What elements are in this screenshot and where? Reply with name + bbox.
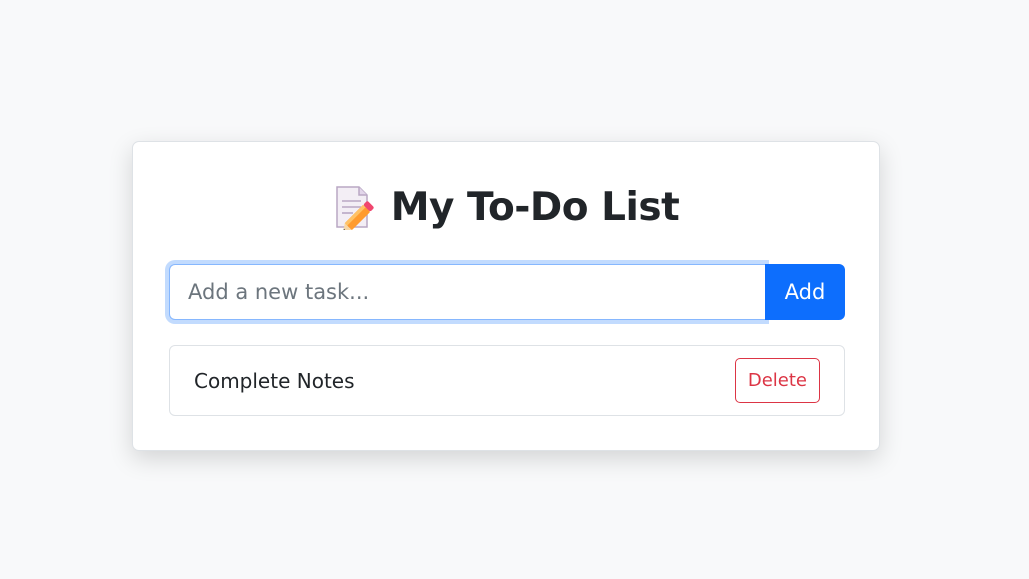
memo-icon [333,184,377,232]
task-text: Complete Notes [194,368,355,393]
title-row: My To-Do List [133,182,879,232]
new-task-input[interactable] [169,264,765,320]
add-button[interactable]: Add [765,264,845,320]
delete-button[interactable]: Delete [734,358,820,403]
task-item: Complete Notes Delete [169,345,845,416]
page-title: My To-Do List [390,184,680,230]
todo-card: My To-Do List Add Complete Notes Delete [132,141,880,451]
add-task-group: Add [169,264,845,320]
task-list: Complete Notes Delete [169,345,845,416]
